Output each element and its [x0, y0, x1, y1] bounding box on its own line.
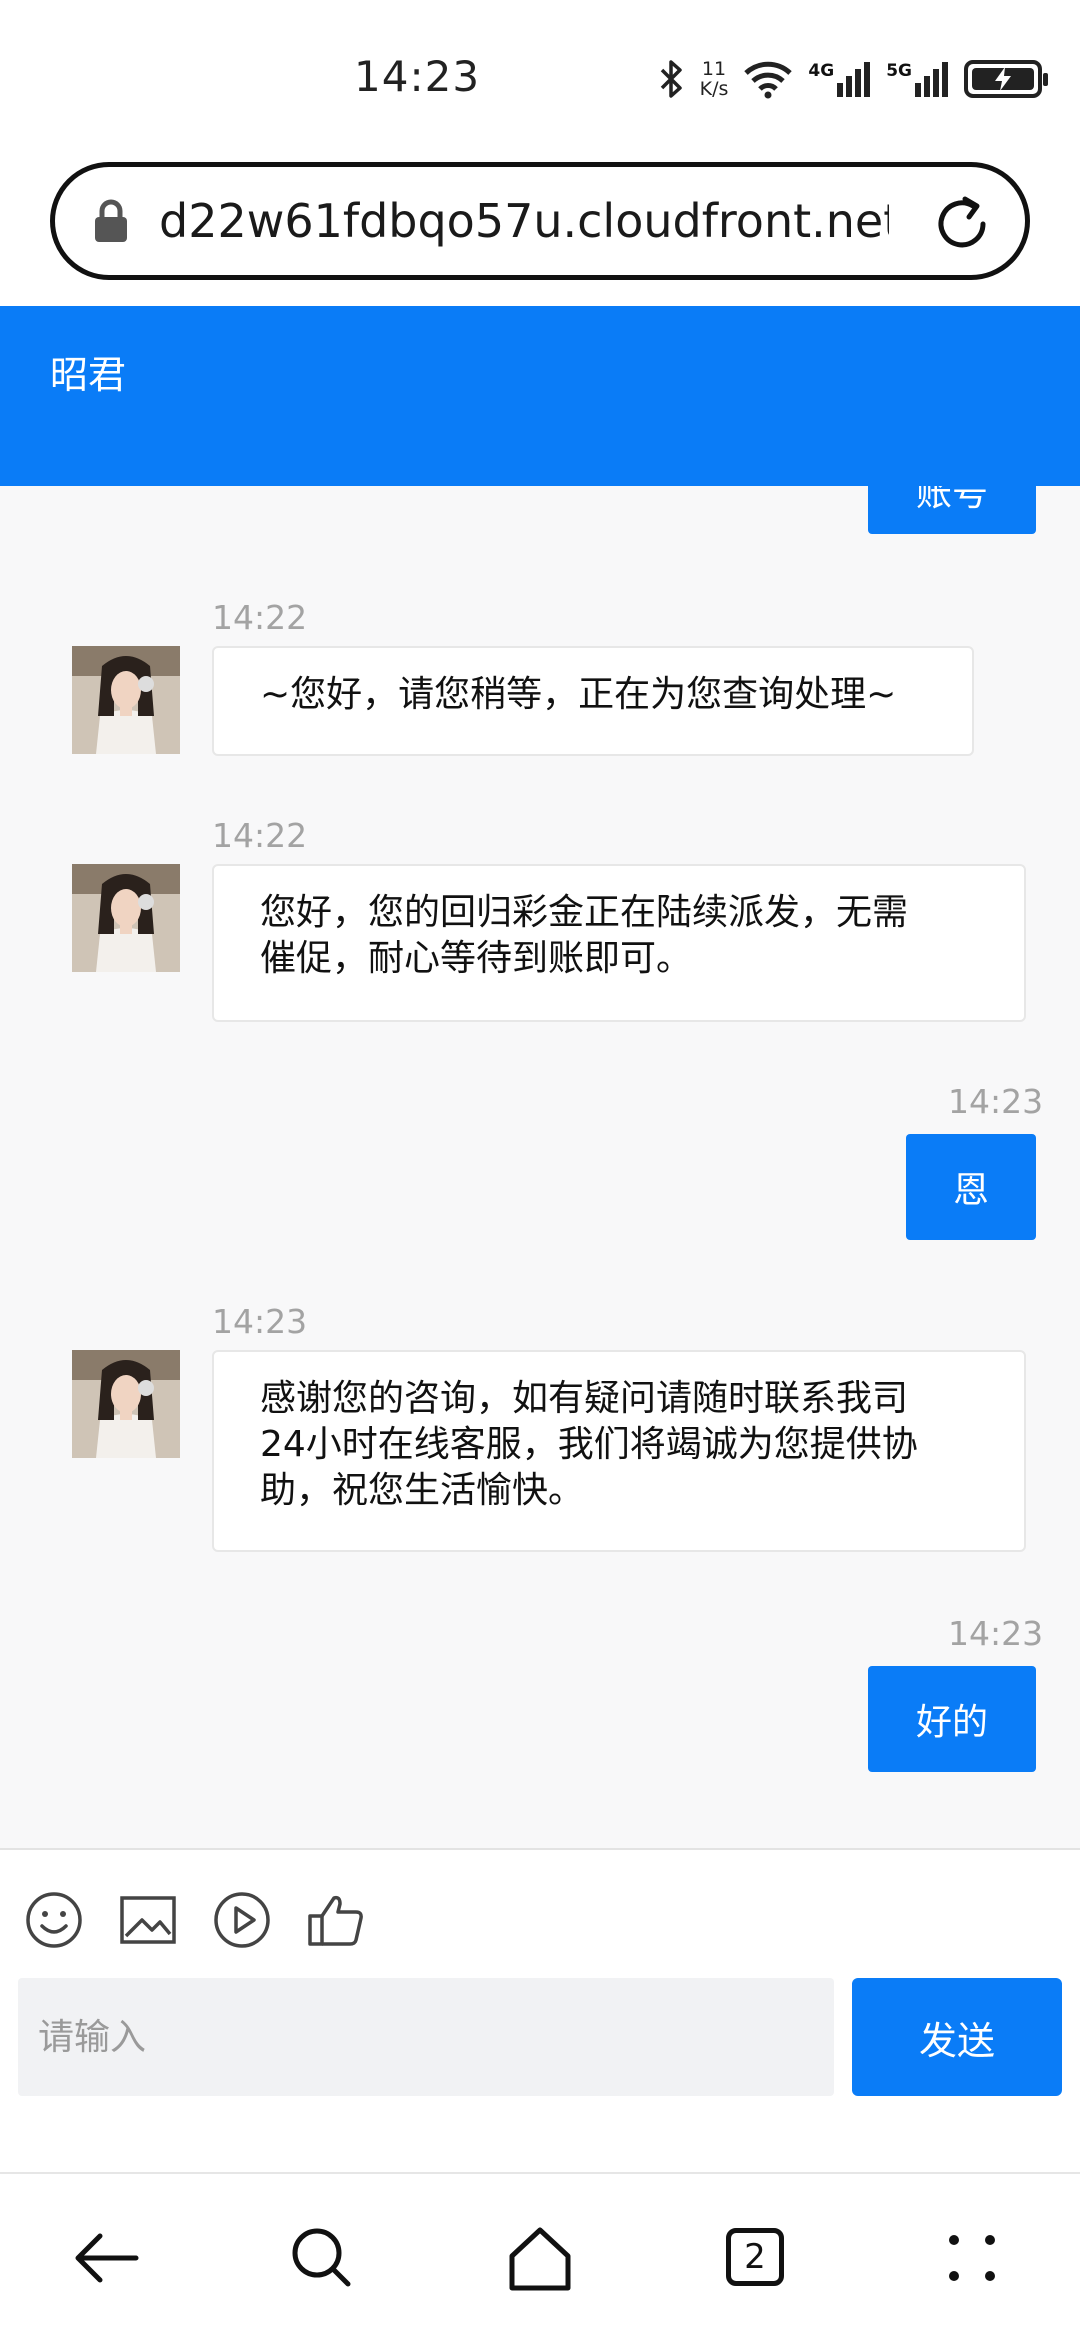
user-message: 好的: [868, 1666, 1036, 1772]
message-time: 14:22: [212, 816, 308, 855]
url-text[interactable]: d22w61fdbqo57u.cloudfront.net/: [159, 194, 889, 248]
user-message: 恩: [906, 1134, 1036, 1240]
user-message: 账号: [868, 486, 1036, 534]
agent-name: 昭君: [50, 353, 127, 397]
tab-count: 2: [726, 2228, 784, 2286]
back-arrow-icon[interactable]: [70, 2220, 146, 2296]
bluetooth-icon: [660, 60, 682, 98]
message-time: 14:23: [212, 1302, 308, 1341]
agent-message: 您好，您的回归彩金正在陆续派发，无需 催促，耐心等待到账即可。: [212, 864, 1026, 1022]
agent-avatar: [72, 646, 180, 754]
agent-avatar: [72, 864, 180, 972]
agent-message: ~您好，请您稍等，正在为您查询处理~: [212, 646, 974, 756]
thumbs-up-icon[interactable]: [306, 1890, 366, 1950]
send-button[interactable]: 发送: [852, 1978, 1062, 2096]
network-speed: 11 K/s: [699, 58, 729, 100]
more-menu-icon[interactable]: [934, 2220, 1010, 2296]
message-time: 14:23: [948, 1614, 1044, 1653]
signal-4g: 4G: [808, 61, 872, 97]
lock-icon: [95, 199, 127, 242]
address-bar[interactable]: d22w61fdbqo57u.cloudfront.net/: [50, 162, 1030, 280]
chat-header: 昭君: [0, 306, 1080, 486]
message-time: 14:22: [212, 598, 308, 637]
home-icon[interactable]: [502, 2220, 578, 2296]
status-time: 14:23: [354, 52, 481, 101]
battery-icon: [964, 60, 1048, 98]
image-icon[interactable]: [118, 1890, 178, 1950]
message-time: 14:23: [948, 1082, 1044, 1121]
tabs-button[interactable]: 2: [716, 2220, 792, 2296]
signal-bars-icon: [915, 62, 948, 97]
signal-bars-icon: [837, 62, 871, 97]
chat-messages[interactable]: 账号 14:22 ~您好，请您稍等，正在为您查询处理~ 14:22 您好，您的回…: [0, 486, 1080, 1850]
status-icons: 11 K/s 4G 5G: [656, 56, 1048, 102]
emoji-icon[interactable]: [24, 1890, 84, 1950]
composer-toolbar: [24, 1890, 366, 1950]
message-input[interactable]: [18, 1978, 834, 2096]
video-icon[interactable]: [212, 1890, 272, 1950]
agent-avatar: [72, 1350, 180, 1458]
composer: 发送: [0, 1848, 1080, 2172]
search-icon[interactable]: [284, 2220, 360, 2296]
browser-bottom-nav: 2: [0, 2172, 1080, 2340]
reload-icon[interactable]: [931, 193, 993, 255]
agent-message: 感谢您的咨询，如有疑问请随时联系我司 24小时在线客服，我们将竭诚为您提供协 助…: [212, 1350, 1026, 1552]
wifi-icon: [744, 61, 793, 99]
signal-5g: 5G: [886, 61, 950, 97]
status-bar: 14:23 11 K/s 4G 5G: [0, 0, 1080, 150]
